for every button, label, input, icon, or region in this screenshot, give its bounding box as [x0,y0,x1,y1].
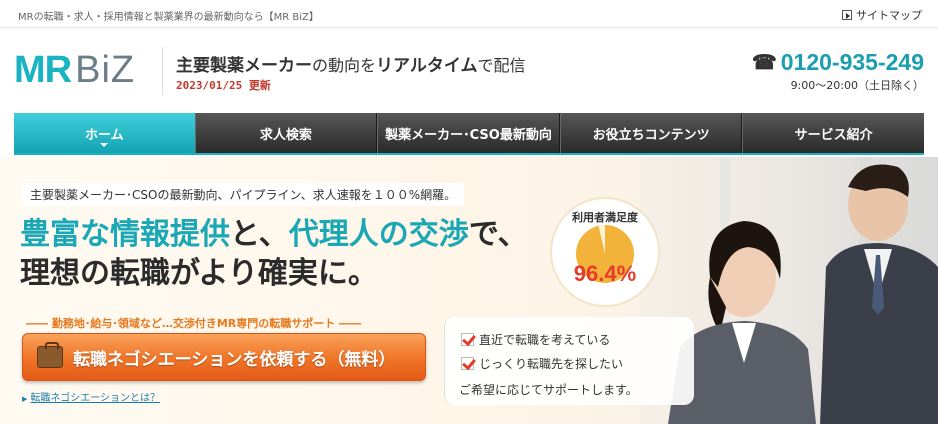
nav-item-services[interactable]: サービス紹介 [742,113,924,153]
satisfaction-title: 利用者満足度 [572,211,638,224]
satisfaction-badge: 利用者満足度 96.4% [552,199,658,305]
check-note: ご希望に応じてサポートします。 [459,383,638,397]
logo-biz: BiZ [75,49,136,91]
nav-item-job-search[interactable]: 求人検索 [194,113,378,153]
negotiation-request-label: 転職ネゴシエーションを依頼する（無料） [73,349,396,370]
phone-hours: 9:00〜20:00（土日除く） [790,79,924,92]
headline-part-2: の動向を [312,56,377,75]
hero-headline-part-4: で、 [468,217,528,252]
sitemap-link[interactable]: サイトマップ [842,7,922,23]
checkmark-icon [461,357,474,370]
negotiation-request-button[interactable]: 転職ネゴシエーションを依頼する（無料） [22,333,426,381]
hero-headline-part-3: 代理人の交渉 [288,217,469,252]
check-item-label: じっくり転職先を探したい [479,357,624,371]
briefcase-icon [37,342,63,368]
hero-headline-part-2: と、 [230,217,289,252]
phone-block: ☎ 0120-935-249 9:00〜20:00（土日除く） [752,49,924,93]
checkmark-icon [461,333,474,346]
headline-part-4: で配信 [477,56,526,75]
checklist-box: 直近で転職を考えている じっくり転職先を探したい ご希望に応じてサポートします。 [444,317,694,405]
check-item-label: 直近で転職を考えている [479,333,611,347]
hero-banner: 主要製薬メーカー･CSOの最新動向、パイプライン、求人速報を１００%網羅。 豊富… [0,157,938,424]
nav-item-pharma-trends[interactable]: 製薬メーカー･CSO最新動向 [377,113,560,153]
site-header: MR BiZ 主要製薬メーカーの動向をリアルタイムで配信 2023/01/25 更… [0,29,938,113]
check-item: 直近で転職を考えている [461,331,610,348]
headline-part-3: リアルタイム [376,56,478,76]
site-tagline: MRの転職・求人・採用情報と製薬業界の最新動向なら【MR BiZ】 [18,12,319,23]
nav-item-useful-content[interactable]: お役立ちコンテンツ [559,113,743,153]
site-logo[interactable]: MR BiZ [14,51,135,89]
top-bar: MRの転職・求人・採用情報と製薬業界の最新動向なら【MR BiZ】 サイトマップ [0,0,938,28]
hero-headline-line-2: 理想の転職がより確実に。 [20,256,378,291]
hero-headline: 豊富な情報提供と、代理人の交渉で、 理想の転職がより確実に。 [20,215,528,293]
update-date: 2023/01/25 更新 [176,79,271,92]
nav-item-home[interactable]: ホーム [14,113,195,153]
main-nav: ホーム 求人検索 製薬メーカー･CSO最新動向 お役立ちコンテンツ サービス紹介 [14,113,924,155]
check-item: じっくり転職先を探したい [461,355,623,372]
phone-number[interactable]: ☎ 0120-935-249 [752,49,924,76]
sitemap-label: サイトマップ [856,9,922,22]
negotiation-about-link[interactable]: 転職ネゴシエーションとは？ [22,389,160,404]
header-headline: 主要製薬メーカーの動向をリアルタイムで配信 [176,51,526,76]
logo-mr: MR [14,49,72,91]
telephone-icon: ☎ [751,52,777,74]
phone-number-text: 0120-935-249 [780,49,924,75]
play-square-icon [842,10,852,20]
support-label: ―― 勤務地･給与･領域など…交渉付きMR専門の転職サポート ―― [26,317,362,330]
satisfaction-value: 96.4% [573,261,637,286]
header-divider [162,47,163,95]
headline-part-1: 主要製薬メーカー [176,56,312,76]
hero-headline-part-1: 豊富な情報提供 [20,217,230,252]
hero-subtitle: 主要製薬メーカー･CSOの最新動向、パイプライン、求人速報を１００%網羅。 [22,183,465,206]
